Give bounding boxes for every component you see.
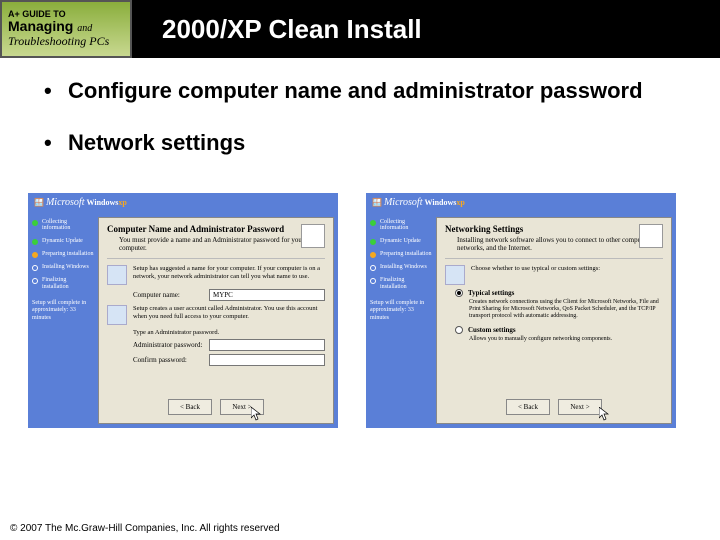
step-dot-icon (370, 220, 376, 226)
next-button[interactable]: Next > (558, 399, 602, 415)
brand-ms: Microsoft (384, 197, 423, 208)
logo-line2: Managing (8, 18, 73, 34)
step-label: Dynamic Update (42, 238, 83, 245)
installer-brand-bar: 🪟 Microsoft Windowsxp (28, 193, 338, 213)
installer-brand-bar: 🪟 Microsoft Windowsxp (366, 193, 676, 213)
step-label: Finalizing installation (380, 277, 432, 290)
installer-panel: Computer Name and Administrator Password… (98, 217, 334, 424)
setup-screenshot-network: 🪟 Microsoft Windowsxp Collecting informa… (366, 193, 676, 428)
logo-line3: Troubleshooting PCs (8, 34, 124, 49)
radio-icon (455, 289, 463, 297)
step-dot-icon (370, 278, 376, 284)
step-dot-icon (32, 220, 38, 226)
panel-subheading: Installing network software allows you t… (457, 236, 663, 252)
panel-subheading: You must provide a name and an Administr… (119, 236, 325, 252)
slide-title: 2000/XP Clean Install (162, 14, 422, 45)
step-label: Collecting information (42, 219, 94, 232)
step-dot-icon (370, 252, 376, 258)
custom-settings-radio[interactable]: Custom settings (455, 326, 663, 334)
radio-description: Creates network connections using the Cl… (469, 299, 663, 321)
confirm-password-input[interactable] (209, 354, 325, 366)
step-dot-icon (370, 239, 376, 245)
installer-panel: Networking Settings Installing network s… (436, 217, 672, 424)
installer-sidebar: Collecting information Dynamic Update Pr… (28, 213, 98, 428)
step-dot-icon (32, 265, 38, 271)
step-label: Dynamic Update (380, 238, 421, 245)
step-label: Installing Windows (380, 264, 427, 271)
step-label: Collecting information (380, 219, 432, 232)
computer-name-label: Computer name: (133, 291, 203, 299)
step-dot-icon (32, 278, 38, 284)
admin-password-label: Administrator password: (133, 341, 203, 349)
radio-label: Typical settings (468, 289, 514, 297)
step-label: Finalizing installation (42, 277, 94, 290)
brand-ms: Microsoft (46, 197, 85, 208)
admin-icon (107, 305, 127, 325)
radio-label: Custom settings (468, 326, 516, 334)
time-remaining: Setup will complete in approximately: 33… (370, 300, 432, 322)
panel-prompt: Choose whether to use typical or custom … (471, 265, 663, 285)
next-button[interactable]: Next > (220, 399, 264, 415)
slide-header: A+ GUIDE TO Managing and Troubleshooting… (0, 0, 720, 58)
book-logo: A+ GUIDE TO Managing and Troubleshooting… (0, 0, 132, 58)
bullet-item: Configure computer name and administrato… (40, 78, 680, 104)
step-label: Installing Windows (42, 264, 89, 271)
copyright-footer: © 2007 The Mc.Graw-Hill Companies, Inc. … (10, 523, 280, 534)
confirm-password-label: Confirm password: (133, 356, 203, 364)
setup-screenshot-name-password: 🪟 Microsoft Windowsxp Collecting informa… (28, 193, 338, 428)
panel-text: Setup has suggested a name for your comp… (133, 265, 325, 285)
network-icon (445, 265, 465, 285)
back-button[interactable]: < Back (168, 399, 212, 415)
screenshots-row: 🪟 Microsoft Windowsxp Collecting informa… (0, 193, 720, 428)
panel-text: Setup creates a user account called Admi… (133, 305, 325, 325)
time-remaining: Setup will complete in approximately: 33… (32, 300, 94, 322)
bullet-list: Configure computer name and administrato… (0, 58, 720, 193)
step-dot-icon (370, 265, 376, 271)
step-label: Preparing installation (42, 251, 94, 258)
panel-header-icon (301, 224, 325, 248)
installer-sidebar: Collecting information Dynamic Update Pr… (366, 213, 436, 428)
radio-description: Allows you to manually configure network… (469, 336, 663, 343)
bullet-item: Network settings (40, 130, 680, 156)
admin-password-input[interactable] (209, 339, 325, 351)
typical-settings-radio[interactable]: Typical settings (455, 289, 663, 297)
step-dot-icon (32, 252, 38, 258)
brand-xp: xp (456, 198, 464, 207)
logo-and: and (77, 23, 92, 34)
step-label: Preparing installation (380, 251, 432, 258)
brand-win: Windows (424, 198, 456, 207)
panel-heading: Computer Name and Administrator Password (107, 224, 325, 234)
panel-hint: Type an Administrator password. (133, 329, 325, 336)
back-button[interactable]: < Back (506, 399, 550, 415)
computer-icon (107, 265, 127, 285)
panel-header-icon (639, 224, 663, 248)
step-dot-icon (32, 239, 38, 245)
brand-win: Windows (86, 198, 118, 207)
panel-heading: Networking Settings (445, 224, 663, 234)
brand-xp: xp (118, 198, 126, 207)
radio-icon (455, 326, 463, 334)
computer-name-input[interactable]: MYPC (209, 289, 325, 301)
